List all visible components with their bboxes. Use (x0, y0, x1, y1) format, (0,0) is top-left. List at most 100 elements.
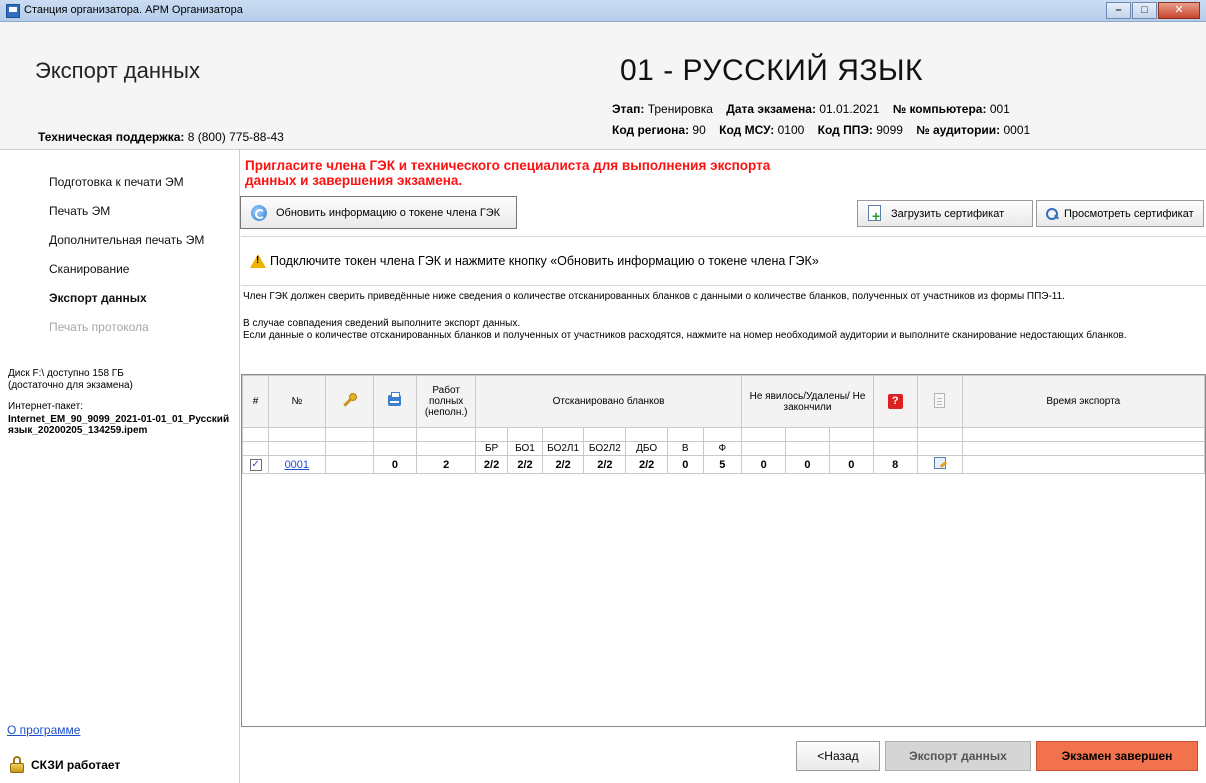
support-label: Техническая поддержка: (38, 130, 185, 144)
col-header-time: Время экспорта (961, 375, 1206, 428)
disk-status: (достаточно для экзамена) (8, 380, 133, 391)
support-phone: 8 (800) 775-88-43 (187, 130, 284, 144)
col-header-question: ? (872, 375, 918, 428)
msu-label: Код МСУ: (719, 123, 775, 137)
col-header-hash: # (241, 375, 270, 428)
key-icon (342, 393, 358, 407)
disk-space: Диск F:\ доступно 158 ГБ (8, 368, 124, 379)
internet-package-file: Internet_EM_90_9099_2021-01-01_01_Русски… (8, 414, 230, 436)
divider (241, 285, 1206, 286)
table-row: ✓ 0001 0 2 2/2 2/2 2/2 2/2 2/2 0 5 0 0 0… (241, 455, 1206, 474)
sub-header-f: Ф (702, 441, 743, 456)
upload-certificate-label: Загрузить сертификат (891, 207, 1005, 220)
invite-warning: Пригласите члена ГЭК и технического спец… (245, 158, 771, 188)
token-warning: Подключите токен члена ГЭК и нажмите кно… (250, 254, 819, 268)
skzi-status: СКЗИ работает (10, 756, 120, 773)
rooms-table: # № Работ полных (неполн.) Отсканировано… (241, 374, 1206, 727)
sub-header-dbo: ДБО (625, 441, 668, 456)
view-certificate-label: Просмотреть сертификат (1064, 207, 1194, 220)
close-button[interactable]: ✕ (1158, 2, 1200, 19)
msu-value: 0100 (777, 123, 805, 137)
col-header-key (324, 375, 374, 428)
search-icon (1046, 207, 1058, 220)
maximize-button[interactable]: □ (1132, 2, 1157, 19)
date-value: 01.01.2021 (819, 102, 880, 116)
date-label: Дата экзамена: (726, 102, 816, 116)
skzi-status-text: СКЗИ работает (31, 757, 121, 772)
region-value: 90 (692, 123, 706, 137)
view-certificate-button[interactable]: Просмотреть сертификат (1036, 200, 1204, 227)
sidebar-item-print-protocol: Печать протокола (49, 320, 149, 334)
computer-label: № компьютера: (892, 102, 987, 116)
document-icon (934, 392, 946, 408)
divider (241, 236, 1206, 237)
checkbox[interactable]: ✓ (249, 459, 262, 471)
cell-dbo: 2/2 (625, 455, 668, 474)
cell-removed: 0 (785, 455, 830, 474)
sub-header-bo2l2: БО2Л2 (583, 441, 627, 456)
edit-document-icon[interactable] (933, 457, 946, 469)
sub-header-br: БР (474, 441, 509, 456)
instruction-text-3: Если данные о количестве отсканированных… (243, 330, 1127, 341)
sidebar-item-extra-print[interactable]: Дополнительная печать ЭМ (49, 233, 204, 247)
disk-info: Диск F:\ доступно 158 ГБ (достаточно для… (8, 368, 133, 392)
room-number-link[interactable]: 0001 (285, 459, 309, 471)
instruction-text-2: В случае совпадения сведений выполните э… (243, 318, 521, 329)
refresh-token-button[interactable]: Обновить информацию о токене члена ГЭК (240, 196, 517, 229)
region-label: Код региона: (612, 123, 690, 137)
cell-f: 5 (702, 455, 743, 474)
cell-bo2l2: 2/2 (583, 455, 627, 474)
sidebar: Подготовка к печати ЭМ Печать ЭМ Дополни… (0, 150, 240, 783)
sub-header-bo2l1: БО2Л1 (541, 441, 585, 456)
window-title: Станция организатора. АРМ Организатора (24, 4, 243, 16)
col-header-print (372, 375, 418, 428)
cell-edit[interactable] (916, 455, 963, 474)
cell-printed: 0 (372, 455, 418, 474)
page-title: Экспорт данных (35, 58, 200, 83)
col-header-scanned: Отсканировано бланков (474, 375, 743, 428)
token-warning-text: Подключите токен члена ГЭК и нажмите кно… (270, 254, 819, 268)
warning-icon (250, 254, 266, 268)
printer-icon (388, 391, 402, 406)
col-header-no[interactable]: № (268, 375, 326, 428)
subject-title: 01 - РУССКИЙ ЯЗЫК (620, 54, 924, 87)
sidebar-item-print-prep[interactable]: Подготовка к печати ЭМ (49, 175, 184, 189)
window-titlebar: Станция организатора. АРМ Организатора –… (0, 0, 1206, 22)
app-icon (6, 4, 20, 18)
sub-header-bo1: БО1 (507, 441, 543, 456)
export-button: Экспорт данных (885, 741, 1031, 771)
refresh-icon (251, 204, 267, 221)
cell-export-time (961, 455, 1206, 474)
page-header: Экспорт данных Техническая поддержка: 8 … (0, 22, 1206, 150)
question-icon: ? (887, 394, 903, 409)
close-icon: ✕ (1174, 4, 1184, 16)
stage-label: Этап: (612, 102, 645, 116)
support-info: Техническая поддержка: 8 (800) 775-88-43 (38, 130, 284, 144)
cell-bo2l1: 2/2 (541, 455, 585, 474)
sidebar-item-export[interactable]: Экспорт данных (49, 291, 147, 305)
ppe-label: Код ППЭ: (817, 123, 873, 137)
instruction-text-1: Член ГЭК должен сверить приведённые ниже… (243, 291, 1065, 302)
minimize-icon: – (1115, 4, 1122, 16)
cell-v: 0 (667, 455, 704, 474)
row-checkbox[interactable]: ✓ (241, 455, 270, 474)
add-document-icon: + (866, 205, 883, 223)
col-header-absent: Не явилось/Удалены/ Не закончили (741, 375, 874, 428)
back-button[interactable]: <Назад (796, 741, 880, 771)
sidebar-item-print[interactable]: Печать ЭМ (49, 204, 110, 218)
minimize-button[interactable]: – (1106, 2, 1131, 19)
sub-header-v: В (667, 441, 704, 456)
about-link[interactable]: О программе (7, 723, 80, 737)
internet-package-label: Интернет-пакет: (8, 401, 84, 412)
upload-certificate-button[interactable]: + Загрузить сертификат (857, 200, 1033, 227)
cell-key (324, 455, 374, 474)
cell-bo1: 2/2 (507, 455, 543, 474)
exam-info-line1: Этап: Тренировка Дата экзамена: 01.01.20… (612, 102, 1010, 116)
sidebar-item-scanning[interactable]: Сканирование (49, 262, 129, 276)
maximize-icon: □ (1141, 4, 1148, 16)
computer-value: 001 (989, 102, 1010, 116)
cell-question: 8 (872, 455, 918, 474)
cell-works: 2 (416, 455, 476, 474)
cell-not-finished: 0 (828, 455, 874, 474)
exam-finished-button[interactable]: Экзамен завершен (1036, 741, 1198, 771)
